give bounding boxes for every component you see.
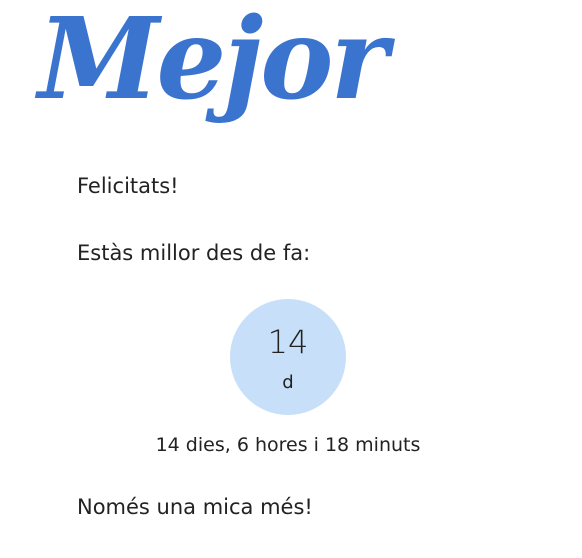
day-counter-value: 14 xyxy=(267,323,309,361)
brand-logo: Mejor xyxy=(38,0,388,125)
page: Mejor Felicitats! Estàs millor des de fa… xyxy=(0,0,582,558)
congrats-text: Felicitats! xyxy=(77,174,179,198)
day-counter-unit: d xyxy=(282,372,294,393)
encouragement-text: Només una mica més! xyxy=(77,495,313,519)
day-counter-badge: 14 d xyxy=(230,299,346,415)
better-since-label: Estàs millor des de fa: xyxy=(77,241,311,265)
elapsed-duration-text: 14 dies, 6 hores i 18 minuts xyxy=(155,434,421,456)
